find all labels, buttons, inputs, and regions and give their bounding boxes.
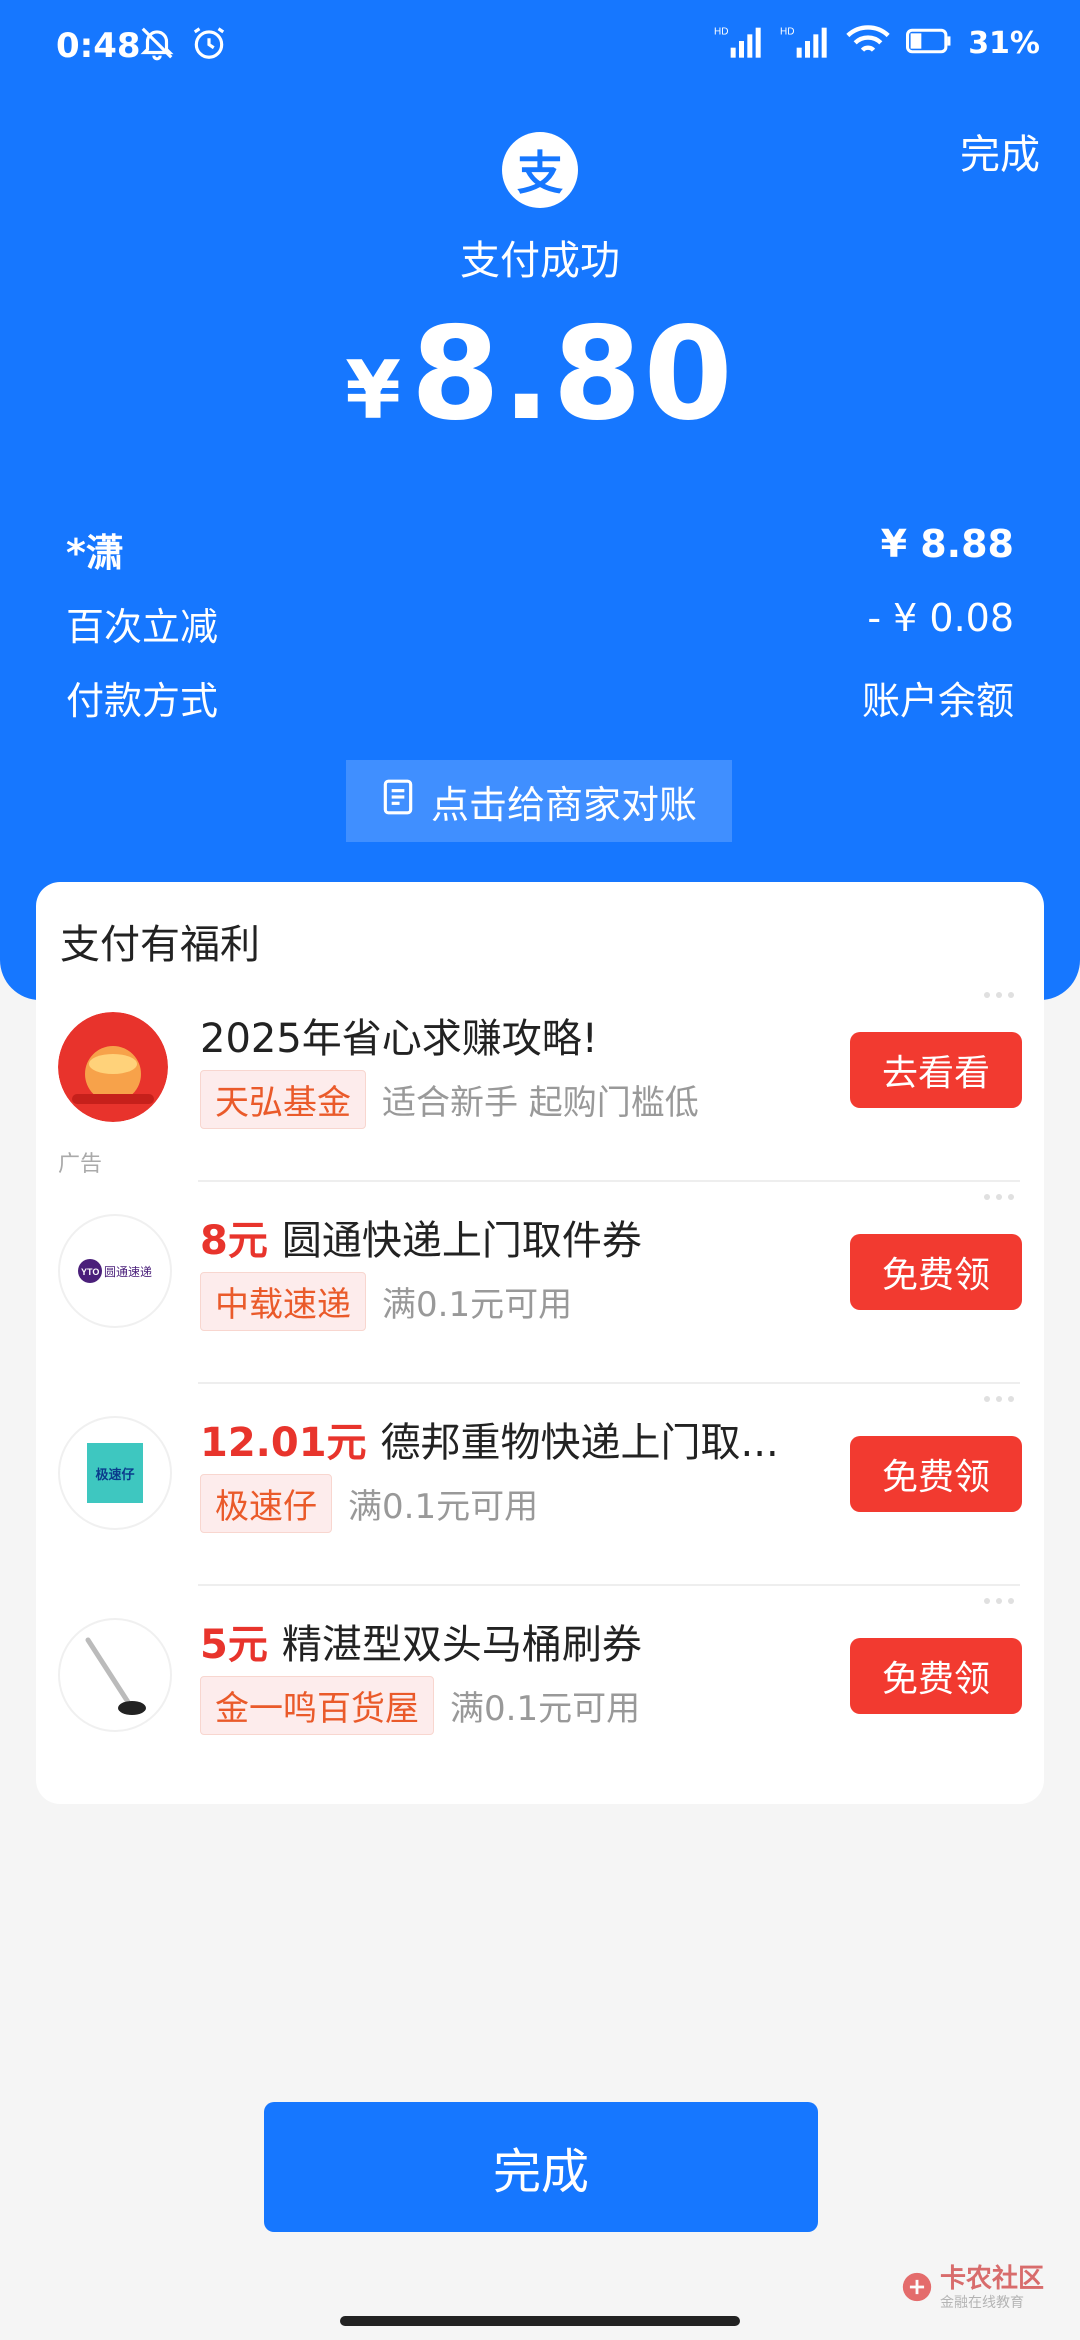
payee-value: ¥ 8.88 (880, 522, 1014, 566)
payment-amount: ¥8.80 (0, 300, 1080, 449)
claim-button[interactable]: 免费领 (850, 1436, 1022, 1512)
benefit-title-text: 精湛型双头马桶刷券 (281, 1622, 642, 1668)
reconcile-button[interactable]: 点击给商家对账 (346, 760, 732, 842)
payee-label: *潇 (66, 531, 124, 575)
benefits-card: 支付有福利 2025年省心求赚攻略! 天弘基金 适合新手 起购门槛低 广告 去看… (36, 882, 1044, 1804)
status-bar: 0:48 HD HD 31% (0, 0, 1080, 96)
discount-value: - ¥ 0.08 (867, 596, 1014, 640)
detail-row-method: 付款方式 账户余额 (66, 670, 1014, 726)
benefit-tag: 极速仔 (200, 1474, 332, 1533)
alipay-logo: 支 (502, 132, 578, 208)
payment-method-label: 付款方式 (66, 679, 219, 723)
currency-symbol: ¥ (345, 344, 401, 437)
benefit-price: 12.01元 (200, 1420, 367, 1466)
benefits-title: 支付有福利 (60, 922, 260, 968)
svg-text:HD: HD (780, 26, 794, 37)
detail-row-payee: *潇 ¥ 8.88 (66, 522, 1014, 578)
benefit-item-yto[interactable]: YTO 圆通速递 8元 圆通快递上门取件券 中载速递 满0.1元可用 免费领 (36, 1184, 1044, 1384)
alarm-icon (190, 24, 228, 66)
benefit-item-deppon[interactable]: 极速仔 12.01元 德邦重物快递上门取... 极速仔 满0.1元可用 免费领 (36, 1386, 1044, 1586)
reconcile-label: 点击给商家对账 (430, 782, 697, 827)
alipay-logo-text: 支 (517, 146, 563, 200)
svg-text:HD: HD (714, 26, 728, 37)
benefit-price: 8元 (200, 1218, 268, 1264)
divider (198, 1584, 1020, 1586)
status-time: 0:48 (56, 26, 141, 66)
document-icon (381, 778, 415, 825)
signal-icon: HD (714, 24, 764, 62)
fund-promo-icon (58, 1012, 168, 1122)
more-options-icon[interactable] (984, 992, 1020, 1002)
watermark-text: 卡农社区 (939, 2264, 1044, 2294)
battery-icon (906, 27, 952, 59)
detail-row-discount: 百次立减 - ¥ 0.08 (66, 596, 1014, 652)
benefit-title: 2025年省心求赚攻略! (200, 1016, 598, 1062)
battery-percent: 31% (968, 25, 1040, 61)
payment-method-value: 账户余额 (861, 679, 1014, 723)
benefit-subtext: 满0.1元可用 (382, 1285, 573, 1325)
benefit-subtext: 满0.1元可用 (348, 1487, 539, 1527)
toilet-brush-icon (58, 1618, 172, 1732)
watermark: 卡农社区 金融在线教育 (900, 2266, 1044, 2312)
benefit-item-fund[interactable]: 2025年省心求赚攻略! 天弘基金 适合新手 起购门槛低 广告 去看看 (36, 982, 1044, 1182)
benefit-item-brush[interactable]: 5元 精湛型双头马桶刷券 金一鸣百货屋 满0.1元可用 免费领 (36, 1588, 1044, 1788)
discount-label: 百次立减 (66, 605, 219, 649)
payment-status: 支付成功 (460, 238, 620, 284)
view-button[interactable]: 去看看 (850, 1032, 1022, 1108)
home-indicator[interactable] (340, 2316, 740, 2326)
watermark-logo-icon (900, 2270, 934, 2308)
wifi-icon (846, 24, 890, 62)
svg-text:YTO: YTO (81, 1267, 99, 1277)
benefit-subtext: 满0.1元可用 (450, 1689, 641, 1729)
jisuzai-logo-text: 极速仔 (95, 1467, 135, 1483)
divider (198, 1180, 1020, 1182)
more-options-icon[interactable] (984, 1396, 1020, 1406)
done-button[interactable]: 完成 (264, 2102, 818, 2232)
signal-icon-2: HD (780, 24, 830, 62)
claim-button[interactable]: 免费领 (850, 1638, 1022, 1714)
watermark-sub: 金融在线教育 (939, 2295, 1024, 2311)
jisuzai-logo: 极速仔 (58, 1416, 172, 1530)
more-options-icon[interactable] (984, 1194, 1020, 1204)
claim-button[interactable]: 免费领 (850, 1234, 1022, 1310)
benefit-tag: 天弘基金 (200, 1070, 366, 1129)
benefit-title: 12.01元 德邦重物快递上门取... (200, 1410, 779, 1468)
more-options-icon[interactable] (984, 1598, 1020, 1608)
mute-bell-icon (138, 24, 176, 66)
ad-label: 广告 (58, 1152, 103, 1177)
benefit-tag: 中载速递 (200, 1272, 366, 1331)
yto-logo-text: 圆通速递 (103, 1264, 152, 1279)
done-top-button[interactable]: 完成 (960, 122, 1040, 180)
benefit-title-text: 圆通快递上门取件券 (281, 1218, 642, 1264)
benefit-title: 5元 精湛型双头马桶刷券 (200, 1612, 642, 1670)
benefit-tag: 金一鸣百货屋 (200, 1676, 434, 1735)
amount-value: 8.80 (410, 300, 735, 449)
benefit-price: 5元 (200, 1622, 268, 1668)
benefit-title: 8元 圆通快递上门取件券 (200, 1208, 642, 1266)
benefit-subtext: 适合新手 起购门槛低 (382, 1083, 699, 1123)
benefit-title-text: 德邦重物快递上门取... (380, 1420, 779, 1466)
divider (198, 1382, 1020, 1384)
yto-express-logo: YTO 圆通速递 (58, 1214, 172, 1328)
